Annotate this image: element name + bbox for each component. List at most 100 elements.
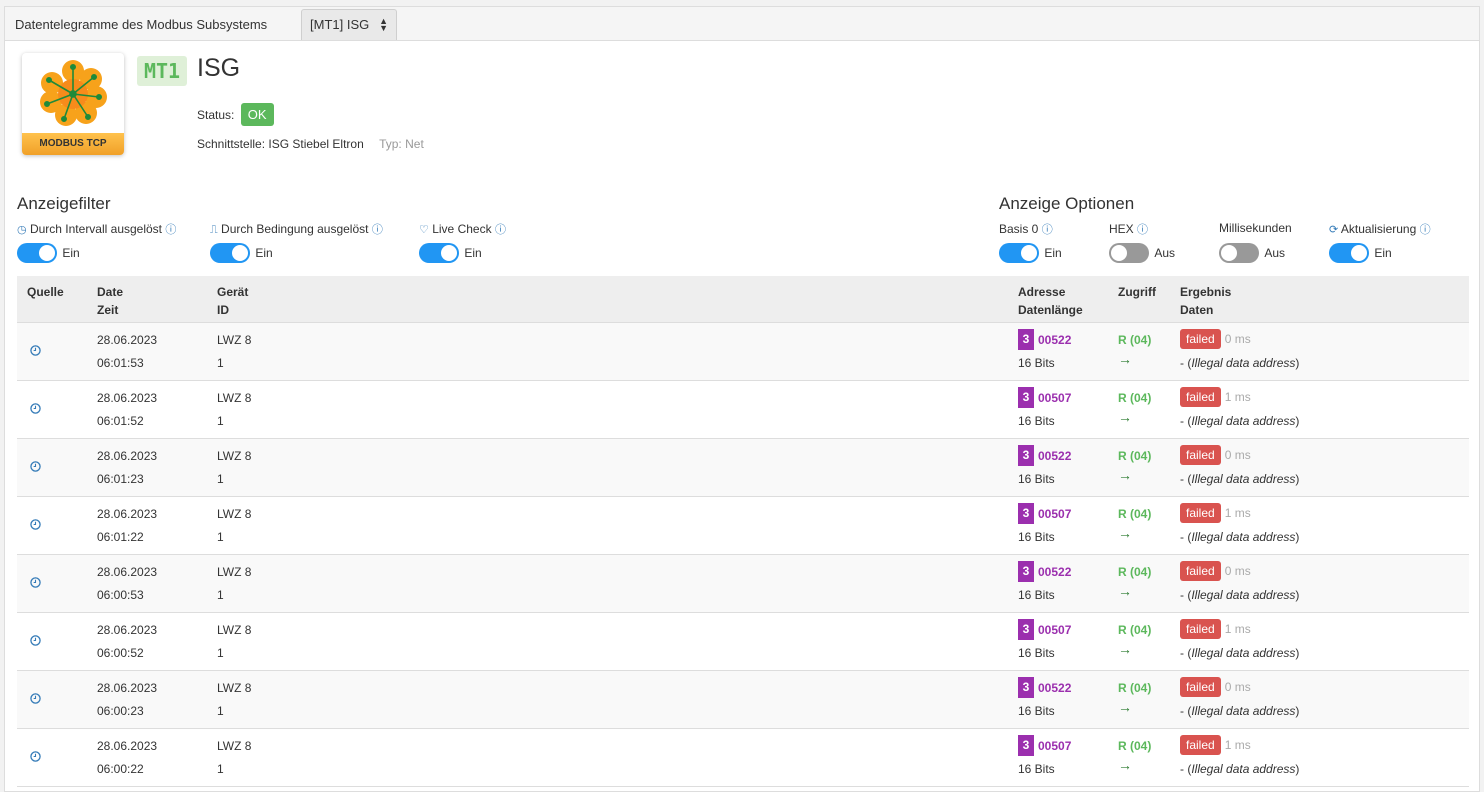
row-access: R (04) (1118, 449, 1152, 463)
info-icon[interactable]: ⓘ (1042, 224, 1053, 236)
info-icon[interactable]: ⓘ (372, 224, 383, 236)
table-row[interactable]: 28.06.2023 06:00:23 LWZ 8 1 3 00522 16 Bits R (… (17, 671, 1469, 729)
toggle-switch[interactable] (17, 243, 57, 263)
header-ergebnis[interactable]: Ergebnis Daten (1180, 283, 1231, 319)
logo-label: MODBUS TCP (22, 133, 124, 155)
option-refresh: ⟳ Aktualisierung ⓘ (1329, 221, 1431, 237)
toggle-state: Aus (1154, 246, 1176, 260)
row-device: LWZ 8 (217, 565, 252, 579)
info-icon[interactable]: ⓘ (1420, 224, 1431, 236)
register-type-badge: 3 (1018, 445, 1034, 466)
row-data: - (Illegal data address) (1180, 472, 1299, 486)
table-body: 28.06.2023 06:01:53 LWZ 8 1 3 00522 16 Bits R (… (17, 323, 1469, 787)
row-data-error: Illegal data address (1191, 588, 1296, 602)
telegram-table: Quelle Date Zeit Gerät ID Adresse Datenläng… (17, 276, 1469, 787)
heartbeat-icon: ♡ (419, 224, 429, 236)
modbus-logo: MODBUS TCP (22, 53, 124, 155)
table-row[interactable]: 28.06.2023 06:01:22 LWZ 8 1 3 00507 16 Bits R (… (17, 497, 1469, 555)
row-data-suffix: ) (1295, 472, 1300, 486)
toggle-state: Ein (1044, 246, 1062, 260)
table-row[interactable]: 28.06.2023 06:00:22 LWZ 8 1 3 00507 16 Bits R (… (17, 729, 1469, 787)
row-result: failed 1 ms (1180, 503, 1251, 523)
row-duration: 0 ms (1224, 332, 1251, 346)
row-length: 16 Bits (1018, 588, 1055, 602)
table-row[interactable]: 28.06.2023 06:01:23 LWZ 8 1 3 00522 16 Bits R (… (17, 439, 1469, 497)
filter-livecheck-toggle[interactable]: Ein (419, 243, 482, 263)
row-device: LWZ 8 (217, 333, 252, 347)
arrow-right-icon: → (1118, 699, 1132, 715)
row-length: 16 Bits (1018, 356, 1055, 370)
header-geraet-id[interactable]: Gerät ID (217, 283, 248, 319)
header-date-zeit[interactable]: Date Zeit (97, 283, 123, 319)
toggle-switch[interactable] (210, 243, 250, 263)
register-address: 00522 (1038, 448, 1072, 463)
row-data-prefix: - ( (1180, 472, 1192, 486)
option-basis0-label: Basis 0 (999, 222, 1039, 236)
table-row[interactable]: 28.06.2023 06:00:52 LWZ 8 1 3 00507 16 Bits R (… (17, 613, 1469, 671)
info-icon[interactable]: ⓘ (495, 224, 506, 236)
header-zugriff[interactable]: Zugriff (1118, 283, 1156, 301)
toggle-switch[interactable] (1329, 243, 1369, 263)
row-length: 16 Bits (1018, 646, 1055, 660)
failed-badge: failed (1180, 445, 1221, 465)
row-data-prefix: - ( (1180, 588, 1192, 602)
row-time: 06:00:22 (97, 762, 144, 776)
select-arrows-icon: ▲ ▼ (379, 16, 388, 33)
row-device: LWZ 8 (217, 449, 252, 463)
option-refresh-toggle[interactable]: Ein (1329, 243, 1392, 263)
info-icon[interactable]: ⓘ (1137, 224, 1148, 236)
arrow-right-icon: → (1118, 351, 1132, 367)
filter-condition: ⎍ Durch Bedingung ausgelöst ⓘ (210, 221, 383, 237)
table-row[interactable]: 28.06.2023 06:01:53 LWZ 8 1 3 00522 16 Bits R (… (17, 323, 1469, 381)
failed-badge: failed (1180, 329, 1221, 349)
table-row[interactable]: 28.06.2023 06:00:53 LWZ 8 1 3 00522 16 Bits R (… (17, 555, 1469, 613)
row-data: - (Illegal data address) (1180, 704, 1299, 718)
option-basis0-toggle[interactable]: Ein (999, 243, 1062, 263)
filter-interval-toggle[interactable]: Ein (17, 243, 80, 263)
row-date: 28.06.2023 (97, 449, 158, 463)
network-flower-icon (40, 60, 107, 126)
interface-label: Schnittstelle: ISG Stiebel Eltron (197, 137, 364, 151)
register-address: 00522 (1038, 680, 1072, 695)
table-row[interactable]: 28.06.2023 06:01:52 LWZ 8 1 3 00507 16 Bits R (… (17, 381, 1469, 439)
toggle-switch[interactable] (419, 243, 459, 263)
row-access: R (04) (1118, 391, 1152, 405)
toggle-switch[interactable] (1109, 243, 1149, 263)
row-time: 06:00:52 (97, 646, 144, 660)
header-adresse[interactable]: Adresse Datenlänge (1018, 283, 1083, 319)
filter-condition-toggle[interactable]: Ein (210, 243, 273, 263)
interface-type: Typ: Net (379, 137, 424, 151)
row-data-suffix: ) (1295, 414, 1300, 428)
row-result: failed 0 ms (1180, 561, 1251, 581)
row-data-prefix: - ( (1180, 762, 1192, 776)
register-type-badge: 3 (1018, 561, 1034, 582)
arrow-right-icon: → (1118, 467, 1132, 483)
filter-interval: ◷ Durch Intervall ausgelöst ⓘ (17, 221, 176, 237)
row-time: 06:01:52 (97, 414, 144, 428)
option-basis0: Basis 0 ⓘ (999, 221, 1053, 237)
row-data-error: Illegal data address (1191, 762, 1296, 776)
row-time: 06:01:23 (97, 472, 144, 486)
row-access: R (04) (1118, 507, 1152, 521)
option-ms-toggle[interactable]: Aus (1219, 243, 1285, 263)
toggle-switch[interactable] (1219, 243, 1259, 263)
filter-livecheck-label: Live Check (432, 222, 492, 236)
row-address: 3 00522 (1018, 561, 1071, 582)
row-device: LWZ 8 (217, 739, 252, 753)
interface-row: Schnittstelle: ISG Stiebel Eltron Typ: N… (197, 137, 424, 151)
row-length: 16 Bits (1018, 762, 1055, 776)
row-data: - (Illegal data address) (1180, 356, 1299, 370)
row-id: 1 (217, 414, 224, 428)
row-time: 06:01:53 (97, 356, 144, 370)
info-icon[interactable]: ⓘ (165, 224, 176, 236)
arrow-right-icon: → (1118, 583, 1132, 599)
option-hex-toggle[interactable]: Aus (1109, 243, 1175, 263)
row-access: R (04) (1118, 681, 1152, 695)
failed-badge: failed (1180, 677, 1221, 697)
header-quelle[interactable]: Quelle (27, 283, 64, 301)
toggle-switch[interactable] (999, 243, 1039, 263)
row-id: 1 (217, 704, 224, 718)
subsystem-select[interactable]: [MT1] ISG ▲ ▼ (301, 9, 397, 40)
toggle-state: Ein (255, 246, 273, 260)
header-zeit: Zeit (97, 303, 119, 317)
